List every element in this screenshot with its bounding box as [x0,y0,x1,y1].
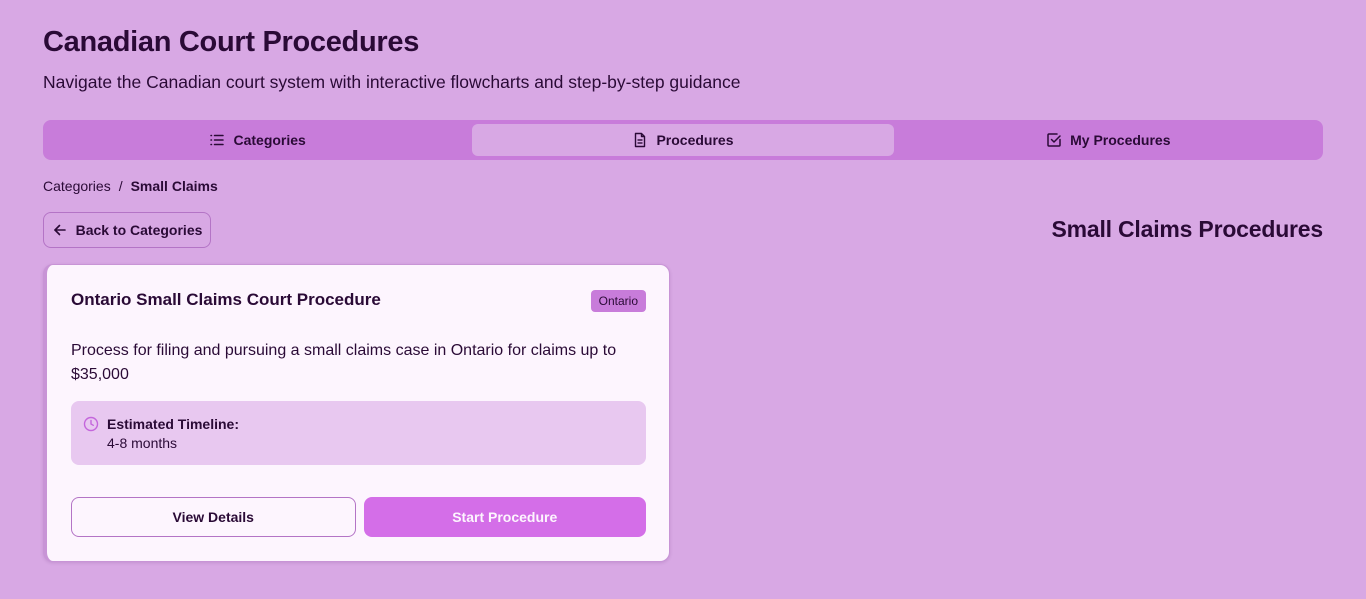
page-title: Canadian Court Procedures [43,26,420,58]
procedure-card-title: Ontario Small Claims Court Procedure [71,290,381,309]
procedure-description: Process for filing and pursuing a small … [71,342,617,383]
section-title: Small Claims Procedures [1051,216,1323,242]
breadcrumb-separator: / [118,178,123,194]
tab-label: Categories [233,132,306,148]
breadcrumb: Categories / Small Claims [43,178,218,194]
province-badge: Ontario [590,290,646,312]
view-details-button[interactable]: View Details [71,497,356,537]
tab-label: My Procedures [1070,132,1171,148]
clock-icon [83,416,99,432]
timeline-value: 4-8 months [107,435,178,451]
file-icon [632,132,648,148]
tab-my-procedures[interactable]: My Procedures [898,124,1319,156]
timeline-text: Estimated Timeline: 4-8 months [107,415,239,465]
breadcrumb-current: Small Claims [130,178,218,194]
arrow-left-icon [52,222,68,238]
timeline-box: Estimated Timeline: 4-8 months [71,401,646,465]
breadcrumb-categories-link[interactable]: Categories [43,178,111,194]
card-actions: View Details Start Procedure [71,497,646,537]
list-icon [209,132,225,148]
page: Canadian Court Procedures Navigate the C… [0,0,1366,599]
start-procedure-button[interactable]: Start Procedure [363,497,646,537]
tab-bar: Categories Procedures My Procedures [43,120,1323,160]
tab-categories[interactable]: Categories [47,124,468,156]
checkbox-icon [1046,132,1062,148]
tab-label: Procedures [656,132,734,148]
page-subtitle: Navigate the Canadian court system with … [43,72,741,92]
back-to-categories-button[interactable]: Back to Categories [43,212,211,248]
tab-procedures[interactable]: Procedures [472,124,894,156]
timeline-label: Estimated Timeline: [107,416,240,432]
back-button-label: Back to Categories [75,222,203,238]
procedure-card: Ontario Small Claims Court Procedure Ont… [43,264,670,562]
